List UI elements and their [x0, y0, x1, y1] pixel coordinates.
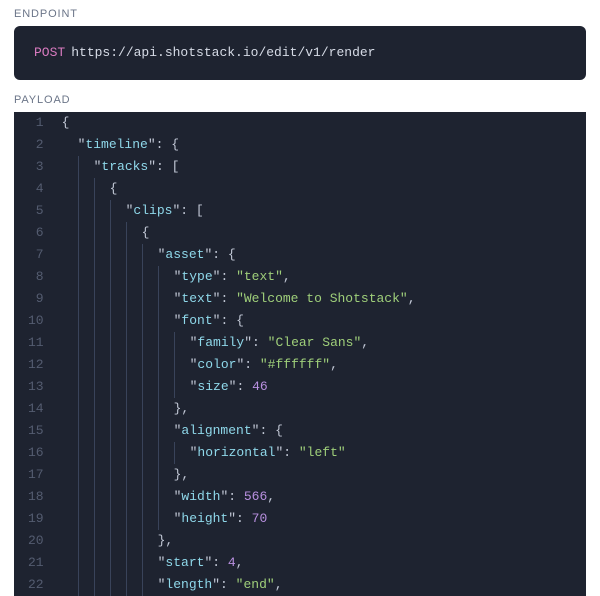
- code-line: "size": 46: [62, 376, 576, 398]
- line-number: 17: [28, 464, 44, 486]
- code-line: "width": 566,: [62, 486, 576, 508]
- code-line: {: [62, 222, 576, 244]
- line-number: 15: [28, 420, 44, 442]
- line-number: 4: [28, 178, 44, 200]
- code-line: "height": 70: [62, 508, 576, 530]
- code-line: "asset": {: [62, 244, 576, 266]
- endpoint-label: ENDPOINT: [14, 8, 586, 20]
- line-number: 22: [28, 574, 44, 596]
- code-gutter: 12345678910111213141516171819202122: [14, 112, 52, 596]
- code-line: {: [62, 112, 576, 134]
- code-line: "color": "#ffffff",: [62, 354, 576, 376]
- payload-code-box: 12345678910111213141516171819202122 {"ti…: [14, 112, 586, 596]
- line-number: 18: [28, 486, 44, 508]
- code-line: "type": "text",: [62, 266, 576, 288]
- line-number: 5: [28, 200, 44, 222]
- http-method: POST: [34, 45, 65, 60]
- line-number: 19: [28, 508, 44, 530]
- line-number: 21: [28, 552, 44, 574]
- code-line: },: [62, 530, 576, 552]
- line-number: 1: [28, 112, 44, 134]
- line-number: 10: [28, 310, 44, 332]
- line-number: 6: [28, 222, 44, 244]
- line-number: 3: [28, 156, 44, 178]
- code-line: },: [62, 464, 576, 486]
- code-line: "alignment": {: [62, 420, 576, 442]
- code-content: {"timeline": {"tracks": [{"clips": [{"as…: [52, 112, 586, 596]
- code-line: "text": "Welcome to Shotstack",: [62, 288, 576, 310]
- line-number: 11: [28, 332, 44, 354]
- endpoint-box: POST https://api.shotstack.io/edit/v1/ren…: [14, 26, 586, 80]
- code-line: },: [62, 398, 576, 420]
- line-number: 12: [28, 354, 44, 376]
- code-line: {: [62, 178, 576, 200]
- line-number: 9: [28, 288, 44, 310]
- payload-label: PAYLOAD: [14, 94, 586, 106]
- code-line: "tracks": [: [62, 156, 576, 178]
- line-number: 14: [28, 398, 44, 420]
- line-number: 20: [28, 530, 44, 552]
- code-line: "horizontal": "left": [62, 442, 576, 464]
- code-line: "timeline": {: [62, 134, 576, 156]
- line-number: 13: [28, 376, 44, 398]
- endpoint-url: https://api.shotstack.io/edit/v1/render: [71, 45, 375, 60]
- code-line: "font": {: [62, 310, 576, 332]
- code-line: "clips": [: [62, 200, 576, 222]
- code-line: "family": "Clear Sans",: [62, 332, 576, 354]
- line-number: 8: [28, 266, 44, 288]
- line-number: 2: [28, 134, 44, 156]
- code-line: "start": 4,: [62, 552, 576, 574]
- line-number: 16: [28, 442, 44, 464]
- code-line: "length": "end",: [62, 574, 576, 596]
- line-number: 7: [28, 244, 44, 266]
